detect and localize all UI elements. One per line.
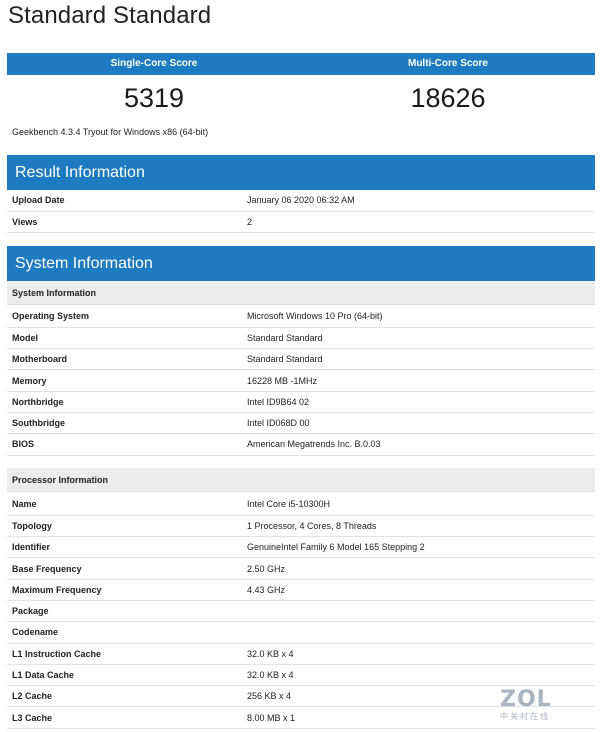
row-key: Model	[7, 327, 242, 350]
row-value: 4.43 GHz	[242, 579, 595, 601]
row-key: Views	[7, 211, 242, 234]
table-row: L1 Data Cache 32.0 KB x 4	[7, 664, 595, 687]
table-row: Maximum Frequency 4.43 GHz	[7, 579, 595, 601]
row-value: Intel ID068D 00	[242, 412, 595, 435]
row-value: Intel Core i5-10300H	[242, 494, 595, 516]
row-value: Microsoft Windows 10 Pro (64-bit)	[242, 306, 595, 328]
table-row: Operating System Microsoft Windows 10 Pro…	[7, 306, 595, 328]
table-row: Base Frequency 2.50 GHz	[7, 557, 595, 580]
row-key: BIOS	[7, 433, 242, 456]
row-key: L1 Data Cache	[7, 664, 242, 687]
row-value: 32.0 KB x 4	[242, 643, 595, 665]
score-values: 5319 18626	[7, 80, 595, 120]
row-key: Operating System	[7, 306, 242, 328]
row-value: American Megatrends Inc. B.0.03	[242, 433, 595, 456]
table-row: Motherboard Standard Standard	[7, 348, 595, 371]
system-information-subheader: System Information	[7, 281, 595, 305]
table-row: Name Intel Core i5-10300H	[7, 494, 595, 516]
single-core-label: Single-Core Score	[110, 58, 198, 69]
system-information-table: Operating System Microsoft Windows 10 Pro…	[7, 306, 595, 456]
score-header: Single-Core Score Multi-Core Score	[7, 53, 595, 75]
table-row: Topology 1 Processor, 4 Cores, 8 Threads	[7, 515, 595, 538]
row-key: L1 Instruction Cache	[7, 643, 242, 665]
benchmark-version: Geekbench 4.3.4 Tryout for Windows x86 (…	[12, 127, 209, 137]
row-key: Topology	[7, 515, 242, 538]
row-key: Codename	[7, 621, 242, 644]
result-information-table: Upload Date January 06 2020 06:32 AM Vie…	[7, 190, 595, 234]
multi-core-label: Multi-Core Score	[407, 58, 488, 69]
row-value: Standard Standard	[242, 348, 595, 371]
table-row: Identifier GenuineIntel Family 6 Model 16…	[7, 536, 595, 559]
row-value: 32.0 KB x 4	[242, 664, 595, 687]
table-row: Codename	[7, 621, 595, 644]
row-value: 2.50 GHz	[242, 557, 595, 580]
table-row: BIOS American Megatrends Inc. B.0.03	[7, 433, 595, 456]
zol-watermark: ZOL 中关村在线	[500, 688, 564, 724]
table-row: Views 2	[7, 211, 595, 234]
single-core-score: 5319	[123, 83, 185, 113]
row-value: 1 Processor, 4 Cores, 8 Threads	[242, 515, 595, 538]
row-value: January 06 2020 06:32 AM	[242, 190, 595, 212]
result-information-header: Result Information	[7, 155, 595, 190]
row-key: L3 Cache	[7, 706, 242, 729]
processor-information-subheader: Processor Information	[7, 468, 595, 492]
table-row: Northbridge Intel ID9B64 02	[7, 391, 595, 413]
row-key: Package	[7, 600, 242, 623]
row-key: Upload Date	[7, 190, 242, 212]
row-value	[242, 600, 595, 623]
watermark-subtitle: 中关村在线	[500, 712, 550, 721]
table-row: Southbridge Intel ID068D 00	[7, 412, 595, 435]
row-key: Base Frequency	[7, 557, 242, 580]
row-value: 16228 MB -1MHz	[242, 369, 595, 392]
row-key: L2 Cache	[7, 685, 242, 708]
row-value: 2	[242, 211, 595, 234]
multi-core-score: 18626	[410, 83, 486, 113]
row-key: Maximum Frequency	[7, 579, 242, 601]
row-key: Name	[7, 494, 242, 516]
row-value: Standard Standard	[242, 327, 595, 350]
row-key: Southbridge	[7, 412, 242, 435]
row-key: Northbridge	[7, 391, 242, 413]
table-row: Model Standard Standard	[7, 327, 595, 350]
table-row: Memory 16228 MB -1MHz	[7, 369, 595, 392]
row-key: Memory	[7, 369, 242, 392]
row-value: GenuineIntel Family 6 Model 165 Stepping…	[242, 536, 595, 559]
row-key: Identifier	[7, 536, 242, 559]
row-value	[242, 621, 595, 644]
table-row: L1 Instruction Cache 32.0 KB x 4	[7, 643, 595, 665]
table-row: Upload Date January 06 2020 06:32 AM	[7, 190, 595, 212]
table-row: Package	[7, 600, 595, 623]
row-value: Intel ID9B64 02	[242, 391, 595, 413]
row-key: Motherboard	[7, 348, 242, 371]
system-information-header: System Information	[7, 246, 595, 281]
watermark-logo: ZOL	[500, 687, 552, 712]
page-title: Standard Standard	[8, 2, 212, 29]
